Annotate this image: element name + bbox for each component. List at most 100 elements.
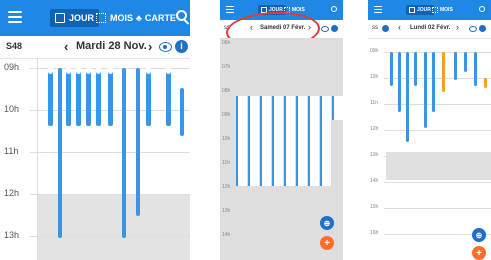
- zoom-fab[interactable]: ⊕: [320, 216, 334, 230]
- next-day-button[interactable]: ›: [456, 22, 459, 32]
- info-icon[interactable]: i: [175, 40, 188, 53]
- event-bar[interactable]: [76, 68, 81, 126]
- tab-jour[interactable]: JOUR: [406, 5, 434, 15]
- event-card[interactable]: [296, 96, 307, 186]
- hour-label: 08h: [222, 88, 231, 94]
- menu-icon[interactable]: [374, 6, 382, 14]
- current-date[interactable]: Lundi 02 Févr.: [410, 25, 450, 31]
- hour-label: 09h: [222, 112, 231, 118]
- event-card[interactable]: [332, 96, 343, 120]
- week-badge: [382, 25, 389, 32]
- eye-icon[interactable]: [469, 26, 477, 32]
- event-bar[interactable]: [86, 68, 91, 126]
- prev-day-button[interactable]: ‹: [398, 22, 401, 32]
- tab-mois-label: MOIS: [110, 13, 134, 23]
- tab-jour[interactable]: JOUR: [50, 9, 100, 27]
- app-bar: JOUR MOIS ♣ CARTE: [0, 0, 190, 36]
- tab-carte-label: CARTE: [144, 13, 176, 23]
- add-event-fab[interactable]: +: [472, 246, 486, 260]
- event-card[interactable]: [236, 96, 247, 186]
- event-bar[interactable]: [108, 68, 113, 126]
- event-bar[interactable]: [48, 68, 53, 126]
- tab-mois[interactable]: MOIS: [96, 9, 133, 27]
- week-number: S48: [6, 41, 23, 51]
- hour-label: 06h: [222, 40, 231, 46]
- tab-jour-label: JOUR: [417, 7, 431, 13]
- event-bar[interactable]: [474, 52, 477, 86]
- event-bar[interactable]: [166, 68, 171, 126]
- event-card[interactable]: [284, 96, 295, 186]
- menu-icon[interactable]: [8, 10, 22, 24]
- event-bar[interactable]: [66, 68, 71, 126]
- event-bar[interactable]: [146, 68, 151, 126]
- hour-label: 09h: [4, 62, 20, 72]
- event-card[interactable]: [320, 96, 331, 186]
- map-people-icon: ♣: [136, 13, 142, 23]
- week-number: ss: [372, 25, 378, 31]
- event-bar[interactable]: [58, 68, 62, 238]
- day-grid: 09h 10h 11h 12h 13h 14h 15h 16h ⊕ +: [368, 38, 491, 260]
- time-gutter-divider: [37, 58, 38, 260]
- zoom-icon: ⊕: [323, 218, 331, 228]
- info-icon[interactable]: [479, 25, 486, 32]
- event-card[interactable]: [248, 96, 259, 186]
- screen-2-day-view: JOUR MOIS ss ‹ Samedi 07 Févr. › 06h 07h…: [220, 0, 343, 260]
- tab-jour-label: JOUR: [69, 13, 95, 23]
- event-bar-alt[interactable]: [484, 78, 487, 88]
- info-icon[interactable]: [331, 25, 338, 32]
- search-icon[interactable]: [176, 10, 190, 25]
- hour-label: 09h: [370, 48, 379, 54]
- day-grid: 09h 10h 11h 12h 13h: [0, 58, 190, 260]
- event-bar[interactable]: [398, 52, 401, 112]
- search-icon[interactable]: [479, 6, 485, 12]
- event-card[interactable]: [272, 96, 283, 186]
- event-bar[interactable]: [414, 52, 417, 86]
- current-date[interactable]: Mardi 28 Nov.: [76, 40, 147, 52]
- calendar-day-icon: [409, 7, 415, 13]
- prev-day-button[interactable]: ‹: [64, 39, 68, 54]
- hour-label: 14h: [370, 178, 379, 184]
- calendar-day-icon: [55, 13, 65, 23]
- hour-label: 11h: [4, 146, 19, 156]
- event-card[interactable]: [260, 96, 271, 186]
- day-grid: 06h 07h 08h 09h 10h 11h 12h 13h 14h ⊕ +: [220, 38, 343, 260]
- calendar-grid-icon: [96, 13, 106, 23]
- plus-icon: +: [476, 247, 482, 259]
- zoom-icon: ⊕: [475, 230, 483, 240]
- eye-icon[interactable]: [159, 42, 172, 52]
- event-bar[interactable]: [454, 52, 457, 80]
- hour-label: 14h: [222, 232, 231, 238]
- event-bar-alt[interactable]: [442, 52, 445, 92]
- add-event-fab[interactable]: +: [320, 236, 334, 250]
- next-day-button[interactable]: ›: [148, 39, 152, 54]
- event-bar[interactable]: [424, 52, 427, 128]
- zoom-fab[interactable]: ⊕: [472, 228, 486, 242]
- hour-label: 10h: [222, 136, 231, 142]
- screen-1-day-view: JOUR MOIS ♣ CARTE S48 ‹ Mardi 28 Nov. › …: [0, 0, 190, 260]
- event-bar[interactable]: [96, 68, 101, 126]
- date-navigation-bar: ss ‹ Lundi 02 Févr. ›: [368, 20, 491, 39]
- plus-icon: +: [324, 237, 330, 249]
- event-bar[interactable]: [406, 52, 409, 142]
- hour-label: 11h: [370, 100, 378, 106]
- tab-mois[interactable]: MOIS: [432, 5, 453, 15]
- date-navigation-bar: S48 ‹ Mardi 28 Nov. › i: [0, 36, 190, 59]
- eye-icon[interactable]: [321, 26, 329, 32]
- event-card[interactable]: [308, 96, 319, 186]
- hour-label: 10h: [370, 74, 379, 80]
- hour-label: 07h: [222, 64, 231, 70]
- app-bar: JOUR MOIS: [368, 0, 491, 20]
- hour-label: 12h: [4, 188, 20, 198]
- event-bar[interactable]: [122, 68, 126, 238]
- event-bar[interactable]: [432, 52, 435, 112]
- tab-carte[interactable]: ♣ CARTE: [136, 9, 176, 27]
- event-bar[interactable]: [136, 68, 140, 216]
- event-bar[interactable]: [180, 88, 184, 136]
- event-bar[interactable]: [390, 52, 393, 86]
- hour-label: 10h: [4, 104, 20, 114]
- menu-icon[interactable]: [226, 6, 234, 14]
- search-icon[interactable]: [331, 6, 337, 12]
- event-bar[interactable]: [464, 52, 467, 72]
- hour-label: 15h: [370, 204, 379, 210]
- hour-label: 12h: [222, 184, 231, 190]
